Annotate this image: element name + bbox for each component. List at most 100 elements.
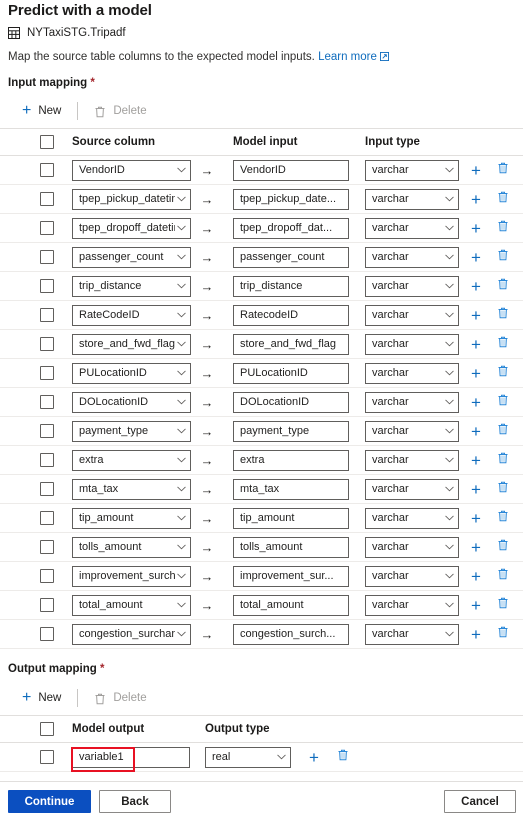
row-checkbox[interactable]	[40, 279, 54, 293]
select-all-checkbox[interactable]	[40, 135, 54, 149]
source-column-dropdown[interactable]: total_amount	[72, 594, 191, 616]
delete-row-button[interactable]	[495, 421, 511, 441]
source-column-dropdown[interactable]: congestion_surcharge	[72, 623, 191, 645]
learn-more-link[interactable]: Learn more	[318, 51, 389, 63]
source-column-dropdown[interactable]: extra	[72, 449, 191, 471]
delete-row-button[interactable]	[495, 189, 511, 209]
add-row-button[interactable]: +	[468, 421, 484, 441]
delete-row-button[interactable]	[495, 566, 511, 586]
row-checkbox[interactable]	[40, 424, 54, 438]
source-column-dropdown[interactable]: tolls_amount	[72, 536, 191, 558]
row-checkbox[interactable]	[40, 221, 54, 235]
model-input-field[interactable]: passenger_count	[233, 246, 349, 268]
model-input-field[interactable]: VendorID	[233, 159, 349, 181]
add-row-button[interactable]: +	[468, 276, 484, 296]
model-input-field[interactable]: tip_amount	[233, 507, 349, 529]
input-new-button[interactable]: + New	[14, 98, 69, 124]
row-checkbox[interactable]	[40, 482, 54, 496]
input-type-dropdown[interactable]: varchar	[365, 304, 459, 326]
row-checkbox[interactable]	[40, 192, 54, 206]
row-checkbox[interactable]	[40, 395, 54, 409]
add-row-button[interactable]: +	[468, 189, 484, 209]
input-type-dropdown[interactable]: varchar	[365, 246, 459, 268]
add-row-button[interactable]: +	[468, 218, 484, 238]
add-row-button[interactable]: +	[468, 334, 484, 354]
model-input-field[interactable]: RatecodeID	[233, 304, 349, 326]
delete-row-button[interactable]	[495, 624, 511, 644]
delete-row-button[interactable]	[495, 305, 511, 325]
row-checkbox[interactable]	[40, 250, 54, 264]
add-row-button[interactable]: +	[468, 160, 484, 180]
back-button[interactable]: Back	[99, 790, 171, 813]
continue-button[interactable]: Continue	[8, 790, 91, 813]
delete-row-button[interactable]	[495, 595, 511, 615]
model-input-field[interactable]: tolls_amount	[233, 536, 349, 558]
delete-row-button[interactable]	[495, 479, 511, 499]
source-column-dropdown[interactable]: RateCodeID	[72, 304, 191, 326]
model-input-field[interactable]: payment_type	[233, 420, 349, 442]
source-column-dropdown[interactable]: mta_tax	[72, 478, 191, 500]
model-input-field[interactable]: PULocationID	[233, 362, 349, 384]
row-checkbox[interactable]	[40, 569, 54, 583]
add-row-button[interactable]: +	[468, 537, 484, 557]
delete-row-button[interactable]	[495, 508, 511, 528]
source-column-dropdown[interactable]: VendorID	[72, 159, 191, 181]
delete-row-button[interactable]	[495, 334, 511, 354]
row-checkbox[interactable]	[40, 308, 54, 322]
row-checkbox[interactable]	[40, 598, 54, 612]
source-column-dropdown[interactable]: DOLocationID	[72, 391, 191, 413]
add-row-button[interactable]: +	[468, 247, 484, 267]
input-type-dropdown[interactable]: varchar	[365, 536, 459, 558]
delete-row-button[interactable]	[335, 747, 351, 767]
input-type-dropdown[interactable]: varchar	[365, 565, 459, 587]
row-checkbox[interactable]	[40, 627, 54, 641]
add-row-button[interactable]: +	[468, 624, 484, 644]
source-column-dropdown[interactable]: tip_amount	[72, 507, 191, 529]
input-type-dropdown[interactable]: varchar	[365, 594, 459, 616]
add-row-button[interactable]: +	[468, 508, 484, 528]
source-column-dropdown[interactable]: improvement_surcharge	[72, 565, 191, 587]
add-row-button[interactable]: +	[468, 392, 484, 412]
row-checkbox[interactable]	[40, 366, 54, 380]
model-input-field[interactable]: congestion_surch...	[233, 623, 349, 645]
select-all-checkbox[interactable]	[40, 722, 54, 736]
model-input-field[interactable]: trip_distance	[233, 275, 349, 297]
add-row-button[interactable]: +	[468, 363, 484, 383]
input-type-dropdown[interactable]: varchar	[365, 362, 459, 384]
source-column-dropdown[interactable]: payment_type	[72, 420, 191, 442]
add-row-button[interactable]: +	[468, 305, 484, 325]
model-input-field[interactable]: improvement_sur...	[233, 565, 349, 587]
input-type-dropdown[interactable]: varchar	[365, 478, 459, 500]
model-input-field[interactable]: DOLocationID	[233, 391, 349, 413]
model-output-field[interactable]: variable1	[72, 746, 190, 768]
row-checkbox[interactable]	[40, 453, 54, 467]
delete-row-button[interactable]	[495, 218, 511, 238]
input-type-dropdown[interactable]: varchar	[365, 420, 459, 442]
input-type-dropdown[interactable]: varchar	[365, 333, 459, 355]
input-type-dropdown[interactable]: varchar	[365, 159, 459, 181]
delete-row-button[interactable]	[495, 392, 511, 412]
add-row-button[interactable]: +	[468, 450, 484, 470]
source-column-dropdown[interactable]: passenger_count	[72, 246, 191, 268]
row-checkbox[interactable]	[40, 750, 54, 764]
model-input-field[interactable]: tpep_pickup_date...	[233, 188, 349, 210]
row-checkbox[interactable]	[40, 337, 54, 351]
input-type-dropdown[interactable]: varchar	[365, 449, 459, 471]
delete-row-button[interactable]	[495, 363, 511, 383]
input-type-dropdown[interactable]: varchar	[365, 188, 459, 210]
delete-row-button[interactable]	[495, 247, 511, 267]
source-column-dropdown[interactable]: tpep_pickup_datetime	[72, 188, 191, 210]
model-input-field[interactable]: store_and_fwd_flag	[233, 333, 349, 355]
row-checkbox[interactable]	[40, 511, 54, 525]
add-row-button[interactable]: +	[468, 595, 484, 615]
input-type-dropdown[interactable]: varchar	[365, 217, 459, 239]
input-type-dropdown[interactable]: varchar	[365, 391, 459, 413]
add-row-button[interactable]: +	[468, 479, 484, 499]
input-type-dropdown[interactable]: varchar	[365, 623, 459, 645]
output-delete-button[interactable]: Delete	[86, 685, 154, 711]
delete-row-button[interactable]	[495, 276, 511, 296]
input-type-dropdown[interactable]: varchar	[365, 507, 459, 529]
source-column-dropdown[interactable]: tpep_dropoff_datetime	[72, 217, 191, 239]
source-column-dropdown[interactable]: store_and_fwd_flag	[72, 333, 191, 355]
input-delete-button[interactable]: Delete	[86, 98, 154, 124]
